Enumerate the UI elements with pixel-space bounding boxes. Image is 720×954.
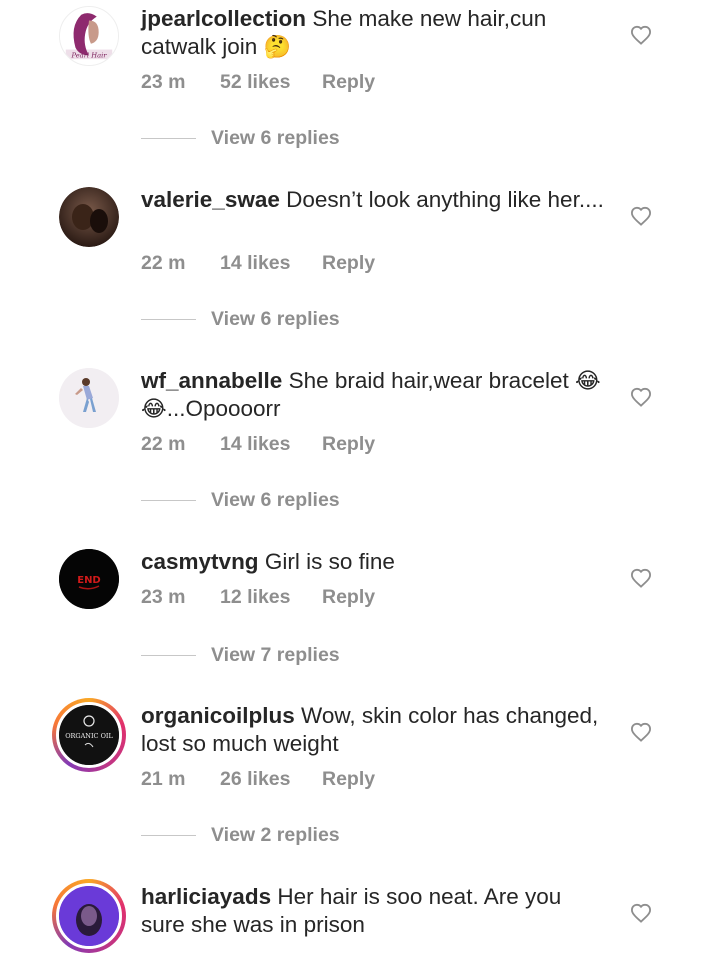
- comment-time: 21 m: [141, 768, 186, 790]
- avatar[interactable]: Pearl Hair: [59, 6, 119, 66]
- avatar[interactable]: END: [59, 549, 119, 609]
- comment-meta: 22 m 14 likes Reply: [141, 433, 375, 456]
- thinking-emoji: 🤔: [263, 35, 291, 60]
- view-replies-label: View 6 replies: [211, 489, 340, 511]
- comment-text: jpearlcollection She make new hair,cun c…: [141, 5, 611, 61]
- comment-username[interactable]: jpearlcollection: [141, 6, 306, 31]
- avatar[interactable]: [59, 368, 119, 428]
- view-replies-button[interactable]: View 6 replies: [141, 489, 340, 512]
- comment-likes[interactable]: 14 likes: [220, 252, 322, 275]
- heart-outline-icon[interactable]: [630, 206, 652, 226]
- comment-likes[interactable]: 14 likes: [220, 433, 322, 456]
- view-replies-label: View 7 replies: [211, 644, 340, 666]
- comment-time: 23 m: [141, 71, 186, 93]
- comment-likes[interactable]: 52 likes: [220, 71, 322, 94]
- divider-line: [141, 835, 196, 836]
- comment-body: Doesn’t look anything like her....: [286, 187, 604, 212]
- view-replies-button[interactable]: View 2 replies: [141, 824, 340, 847]
- avatar-image: END: [59, 549, 119, 609]
- heart-outline-icon[interactable]: [630, 903, 652, 923]
- view-replies-button[interactable]: View 6 replies: [141, 127, 340, 150]
- comment-username[interactable]: valerie_swae: [141, 187, 280, 212]
- heart-outline-icon[interactable]: [630, 387, 652, 407]
- avatar-with-story-ring[interactable]: [52, 879, 126, 953]
- comment-likes[interactable]: 12 likes: [220, 586, 322, 609]
- comment-body-continued: ...Opoooorr: [166, 396, 281, 421]
- comment-meta: 23 m 12 likes Reply: [141, 586, 375, 609]
- avatar-image: Pearl Hair: [60, 7, 118, 65]
- comment-text: harliciayads Her hair is soo neat. Are y…: [141, 883, 611, 939]
- comment-body: Girl is so fine: [264, 549, 395, 574]
- avatar-logo-text: END: [77, 575, 101, 586]
- avatar-image: [59, 368, 119, 428]
- avatar-logo-text: Pearl Hair: [70, 51, 107, 59]
- heart-outline-icon[interactable]: [630, 722, 652, 742]
- comment-body: She braid hair,wear bracelet: [288, 368, 569, 393]
- avatar-image: [59, 187, 119, 247]
- avatar-logo-text: ORGANIC OIL: [65, 732, 113, 740]
- comment-likes[interactable]: 26 likes: [220, 768, 322, 791]
- heart-outline-icon[interactable]: [630, 568, 652, 588]
- comment-username[interactable]: harliciayads: [141, 884, 271, 909]
- comment-time: 23 m: [141, 586, 186, 608]
- comment-text: organicoilplus Wow, skin color has chang…: [141, 702, 611, 758]
- divider-line: [141, 500, 196, 501]
- comment-text: valerie_swae Doesn’t look anything like …: [141, 186, 611, 214]
- avatar-image: ORGANIC OIL: [59, 705, 119, 765]
- heart-outline-icon[interactable]: [630, 25, 652, 45]
- avatar[interactable]: [59, 187, 119, 247]
- comment-meta: 22 m 14 likes Reply: [141, 252, 375, 275]
- comment-time: 22 m: [141, 252, 186, 274]
- reply-button[interactable]: Reply: [322, 433, 375, 456]
- divider-line: [141, 655, 196, 656]
- view-replies-button[interactable]: View 7 replies: [141, 644, 340, 667]
- comment-text: casmytvng Girl is so fine: [141, 548, 611, 576]
- view-replies-button[interactable]: View 6 replies: [141, 308, 340, 331]
- view-replies-label: View 6 replies: [211, 308, 340, 330]
- comment-time: 22 m: [141, 433, 186, 455]
- comment-username[interactable]: wf_annabelle: [141, 368, 282, 393]
- avatar-with-story-ring[interactable]: ORGANIC OIL: [52, 698, 126, 772]
- comment-meta: 23 m 52 likes Reply: [141, 71, 375, 94]
- reply-button[interactable]: Reply: [322, 586, 375, 609]
- divider-line: [141, 319, 196, 320]
- comment-username[interactable]: organicoilplus: [141, 703, 295, 728]
- view-replies-label: View 2 replies: [211, 824, 340, 846]
- comment-username[interactable]: casmytvng: [141, 549, 259, 574]
- comment-text: wf_annabelle She braid hair,wear bracele…: [141, 367, 611, 423]
- reply-button[interactable]: Reply: [322, 252, 375, 275]
- avatar-image: [59, 886, 119, 946]
- view-replies-label: View 6 replies: [211, 127, 340, 149]
- divider-line: [141, 138, 196, 139]
- reply-button[interactable]: Reply: [322, 71, 375, 94]
- reply-button[interactable]: Reply: [322, 768, 375, 791]
- comment-meta: 21 m 26 likes Reply: [141, 768, 375, 791]
